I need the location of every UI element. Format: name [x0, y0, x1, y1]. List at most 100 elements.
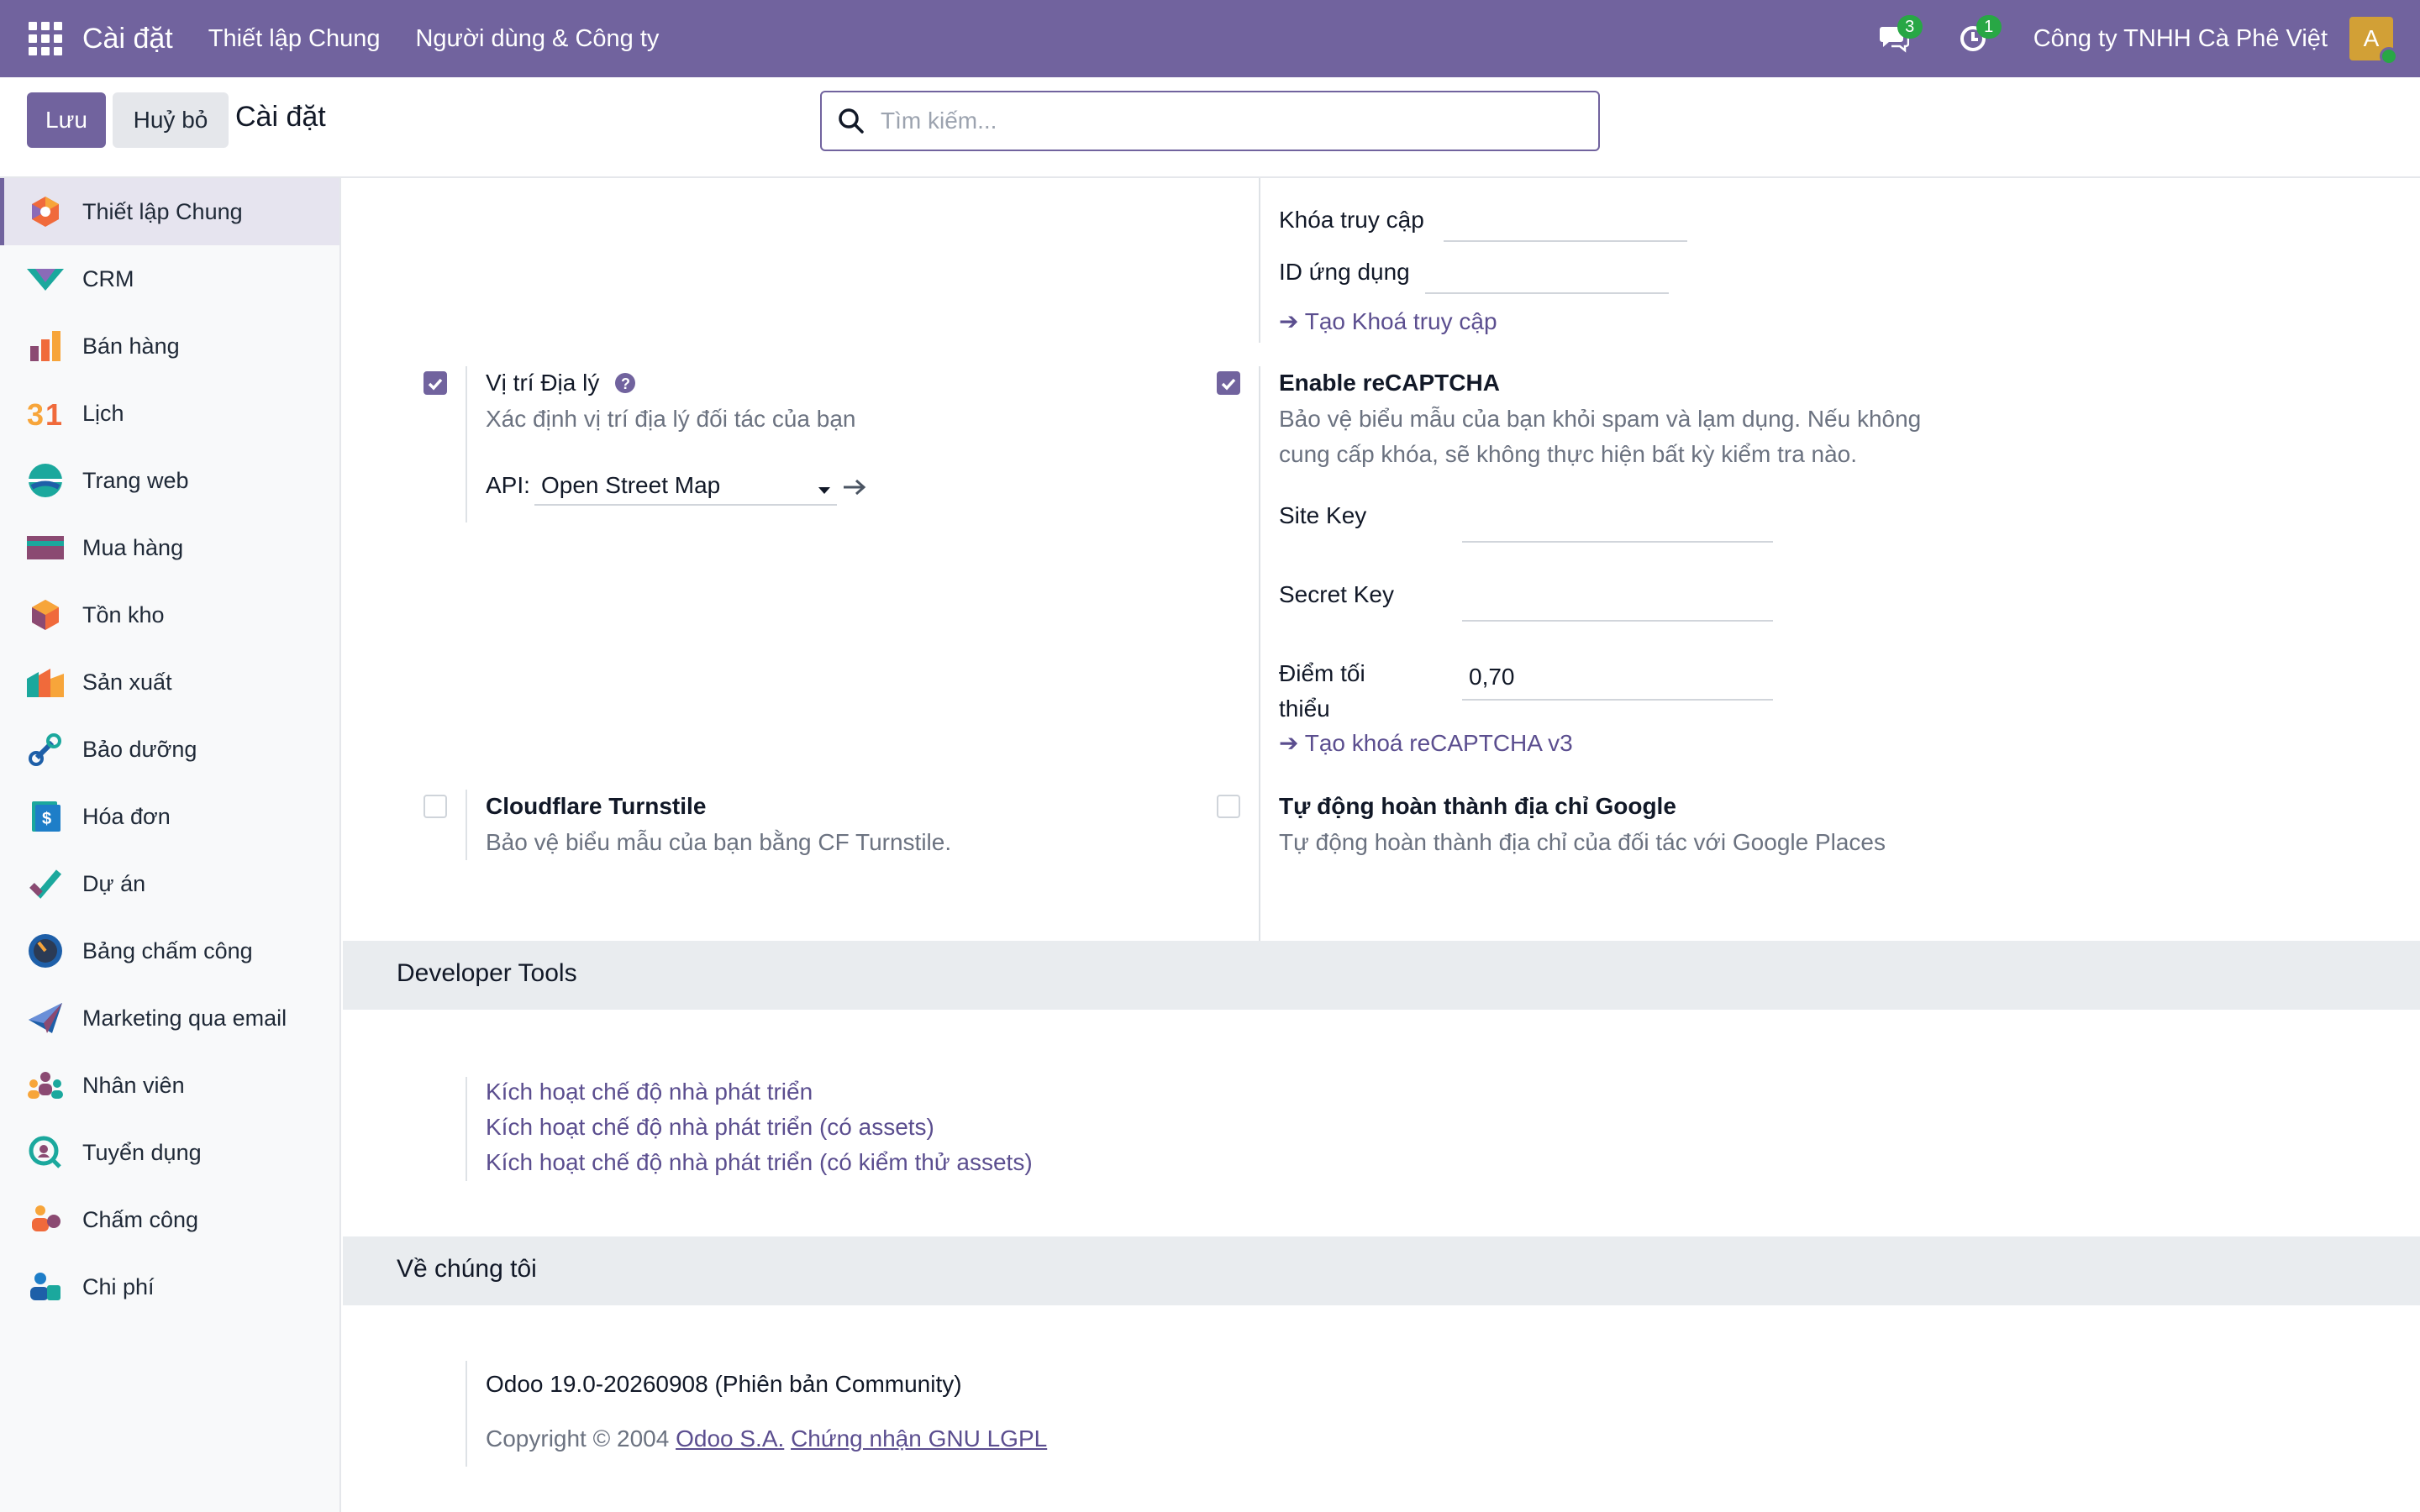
- sidebar-item-calendar[interactable]: 31 Lịch: [0, 380, 339, 447]
- sidebar-item-attendance[interactable]: Chấm công: [0, 1186, 339, 1253]
- create-recaptcha-key-link[interactable]: ➔ Tạo khoá reCAPTCHA v3: [1279, 729, 1573, 757]
- menu-users-companies[interactable]: Người dùng & Công ty: [415, 25, 659, 53]
- geo-location-description: Xác định vị trí địa lý đối tác của bạn: [486, 406, 856, 432]
- sidebar-item-purchase[interactable]: Mua hàng: [0, 514, 339, 581]
- odoo-version: Odoo 19.0-20260908 (Phiên bản Community): [486, 1371, 962, 1397]
- svg-text:$: $: [42, 810, 51, 828]
- odoo-sa-link[interactable]: Odoo S.A.: [676, 1425, 784, 1452]
- cancel-button[interactable]: Huỷ bỏ: [113, 92, 229, 148]
- checkmark-icon: [1221, 378, 1236, 391]
- email-marketing-icon: [27, 1000, 64, 1037]
- project-icon: [27, 865, 64, 902]
- create-access-key-link[interactable]: ➔ Tạo Khoá truy cập: [1279, 307, 1497, 335]
- setting-divider: [1259, 178, 1260, 343]
- caret-down-icon: [818, 487, 830, 494]
- sidebar-item-label: Mua hàng: [82, 534, 184, 560]
- sidebar-item-label: Marketing qua email: [82, 1005, 287, 1031]
- copyright-text: Copyright © 2004: [486, 1425, 670, 1452]
- api-select-value: Open Street Map: [541, 472, 721, 498]
- secret-key-label: Secret Key: [1279, 581, 1394, 607]
- recaptcha-title: Enable reCAPTCHA: [1279, 370, 1500, 396]
- about-section-header: Về chúng tôi: [343, 1236, 2420, 1305]
- app-id-label: ID ứng dụng: [1279, 259, 1410, 285]
- help-icon[interactable]: ?: [614, 372, 636, 394]
- create-access-key-link-text: Tạo Khoá truy cập: [1304, 308, 1497, 334]
- sidebar-item-expenses[interactable]: Chi phí: [0, 1253, 339, 1320]
- sidebar-item-employees[interactable]: Nhân viên: [0, 1052, 339, 1119]
- sidebar-item-label: Chi phí: [82, 1273, 155, 1299]
- sidebar-item-email-marketing[interactable]: Marketing qua email: [0, 984, 339, 1052]
- site-key-input[interactable]: [1462, 541, 1773, 543]
- sidebar-item-crm[interactable]: CRM: [0, 245, 339, 312]
- sidebar-item-general-settings[interactable]: Thiết lập Chung: [0, 178, 339, 245]
- setting-divider: [466, 366, 467, 522]
- sidebar-item-label: Chấm công: [82, 1206, 199, 1232]
- nav-brand[interactable]: Cài đặt: [82, 23, 173, 55]
- recaptcha-checkbox[interactable]: [1217, 371, 1240, 395]
- turnstile-title: Cloudflare Turnstile: [486, 793, 707, 819]
- sidebar-item-maintenance[interactable]: Bảo dưỡng: [0, 716, 339, 783]
- sidebar-item-label: Bảng chấm công: [82, 937, 253, 963]
- open-api-arrow-icon[interactable]: [842, 477, 867, 497]
- activate-developer-mode-test-assets-link[interactable]: Kích hoạt chế độ nhà phát triển (có kiểm…: [486, 1149, 1033, 1176]
- secret-key-input[interactable]: [1462, 620, 1773, 622]
- control-panel: Lưu Huỷ bỏ Cài đặt: [0, 77, 2420, 178]
- company-switcher[interactable]: Công ty TNHH Cà Phê Việt: [2033, 25, 2328, 53]
- setting-divider: [1259, 366, 1260, 948]
- min-score-label-line1: Điểm tối: [1279, 660, 1365, 686]
- activities-button[interactable]: 1: [1954, 15, 2002, 57]
- app-grid-icon[interactable]: [29, 22, 62, 55]
- menu-general-settings[interactable]: Thiết lập Chung: [208, 25, 381, 53]
- turnstile-checkbox[interactable]: [424, 795, 447, 818]
- sidebar-item-invoicing[interactable]: $ Hóa đơn: [0, 783, 339, 850]
- min-score-input[interactable]: 0,70: [1469, 664, 1515, 690]
- geo-location-title: Vị trí Địa lý ?: [486, 370, 636, 396]
- site-key-label: Site Key: [1279, 502, 1367, 528]
- access-key-label: Khóa truy cập: [1279, 207, 1424, 233]
- sidebar-item-label: Nhân viên: [82, 1072, 185, 1098]
- activate-developer-mode-assets-link[interactable]: Kích hoạt chế độ nhà phát triển (có asse…: [486, 1114, 934, 1141]
- api-select[interactable]: Open Street Map: [534, 472, 837, 506]
- crm-icon: [27, 260, 64, 297]
- google-autocomplete-checkbox[interactable]: [1217, 795, 1240, 818]
- google-autocomplete-description: Tự động hoàn thành địa chỉ của đối tác v…: [1279, 829, 1886, 855]
- sidebar-item-label: Bảo dưỡng: [82, 736, 197, 762]
- sidebar-item-manufacturing[interactable]: Sản xuất: [0, 648, 339, 716]
- manufacturing-icon: [27, 664, 64, 701]
- access-key-input[interactable]: [1444, 240, 1687, 242]
- sidebar-item-label: Tuyển dụng: [82, 1139, 202, 1165]
- messages-button[interactable]: 3: [1876, 15, 1923, 57]
- settings-sidebar: Thiết lập Chung CRM Bán hàng 31 Lịch Tra…: [0, 178, 341, 1512]
- setting-divider: [466, 1077, 467, 1181]
- maintenance-icon: [27, 731, 64, 768]
- sidebar-item-label: Bán hàng: [82, 333, 180, 359]
- app-id-input[interactable]: [1425, 292, 1669, 294]
- sidebar-item-website[interactable]: Trang web: [0, 447, 339, 514]
- website-icon: [27, 462, 64, 499]
- avatar-letter: A: [2363, 25, 2380, 51]
- search-input[interactable]: [881, 96, 1598, 146]
- sidebar-item-recruitment[interactable]: Tuyển dụng: [0, 1119, 339, 1186]
- sidebar-item-project[interactable]: Dự án: [0, 850, 339, 917]
- min-score-underline: [1462, 699, 1773, 701]
- sidebar-item-inventory[interactable]: Tồn kho: [0, 581, 339, 648]
- search-box[interactable]: [820, 91, 1600, 151]
- setting-divider: [466, 1361, 467, 1467]
- developer-tools-section-header: Developer Tools: [343, 941, 2420, 1010]
- arrow-right-icon: ➔: [1279, 730, 1305, 756]
- setting-divider: [466, 790, 467, 860]
- top-navbar: Cài đặt Thiết lập Chung Người dùng & Côn…: [0, 0, 2420, 77]
- sidebar-item-label: Tồn kho: [82, 601, 165, 627]
- user-avatar[interactable]: A: [2349, 17, 2398, 66]
- sidebar-item-sales[interactable]: Bán hàng: [0, 312, 339, 380]
- license-link[interactable]: Chứng nhận GNU LGPL: [791, 1425, 1047, 1452]
- save-button[interactable]: Lưu: [27, 92, 106, 148]
- activate-developer-mode-link[interactable]: Kích hoạt chế độ nhà phát triển: [486, 1079, 813, 1105]
- geo-location-checkbox[interactable]: [424, 371, 447, 395]
- purchase-icon: [27, 529, 64, 566]
- calendar-icon: 31: [27, 395, 64, 432]
- sidebar-item-timesheet[interactable]: Bảng chấm công: [0, 917, 339, 984]
- geo-location-title-text: Vị trí Địa lý: [486, 370, 600, 396]
- svg-text:1: 1: [45, 397, 62, 430]
- sidebar-item-label: Trang web: [82, 467, 189, 493]
